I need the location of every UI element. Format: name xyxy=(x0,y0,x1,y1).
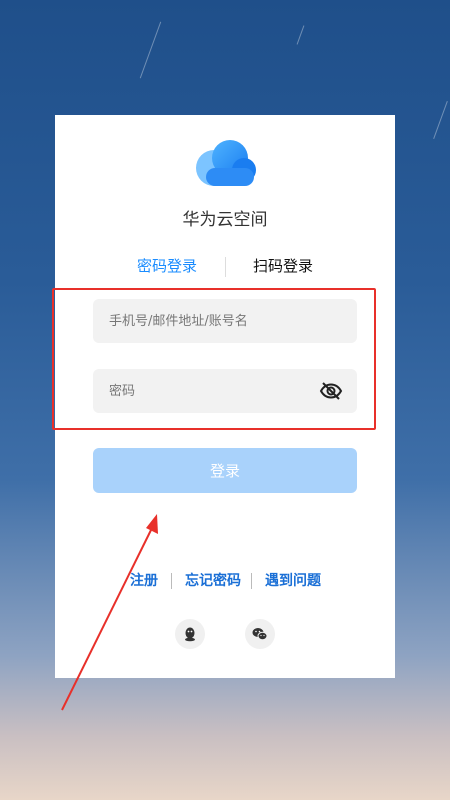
login-card: 华为云空间 密码登录 扫码登录 登录 注册 忘记密码 遇到问题 xyxy=(52,115,395,678)
register-link[interactable]: 注册 xyxy=(130,570,158,590)
login-button[interactable]: 登录 xyxy=(93,448,357,493)
login-tabs: 密码登录 扫码登录 xyxy=(55,255,395,279)
auth-links: 注册 忘记密码 遇到问题 xyxy=(55,570,395,592)
wechat-icon xyxy=(252,628,268,641)
link-separator xyxy=(171,573,172,589)
tab-password-login[interactable]: 密码登录 xyxy=(137,255,197,276)
background-decoration xyxy=(139,21,162,79)
wechat-login-button[interactable] xyxy=(245,619,275,649)
qq-icon xyxy=(185,627,195,642)
tab-divider xyxy=(225,257,226,277)
background-decoration xyxy=(433,101,448,139)
annotation-highlight-box xyxy=(52,288,376,430)
app-title: 华为云空间 xyxy=(182,210,268,230)
forgot-password-link[interactable]: 忘记密码 xyxy=(185,570,241,590)
cloud-logo-icon xyxy=(196,140,256,186)
tab-qr-login[interactable]: 扫码登录 xyxy=(253,255,313,276)
qq-login-button[interactable] xyxy=(175,619,205,649)
link-separator xyxy=(251,573,252,589)
background-decoration xyxy=(296,25,305,45)
problem-link[interactable]: 遇到问题 xyxy=(265,570,321,590)
